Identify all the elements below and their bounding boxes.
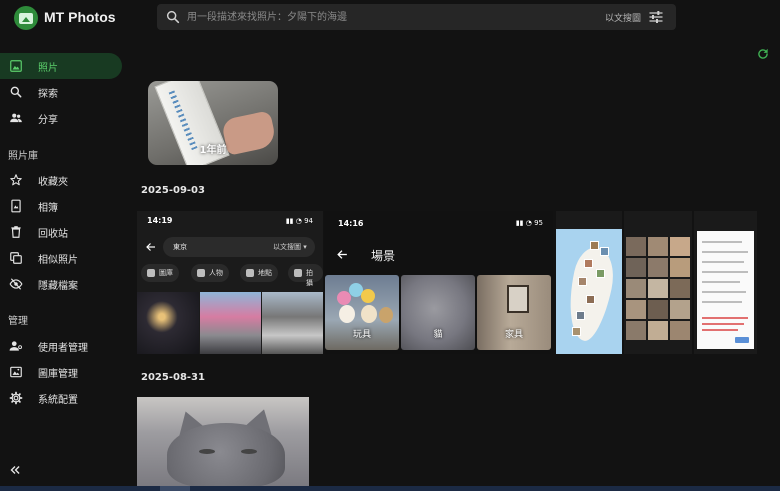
sidebar-item-label: 分享 — [38, 115, 58, 126]
status-indicators: ▮▮ ◔ 95 — [515, 219, 543, 227]
date-header: 2025-08-31 — [141, 372, 205, 383]
sidebar-item-label: 系統配置 — [38, 395, 78, 406]
sidebar-item-explore[interactable]: 探索 — [0, 79, 122, 105]
sidebar-item-label: 相簿 — [38, 203, 58, 214]
memory-card[interactable]: 1年前 — [148, 81, 278, 165]
admin-section-header: 管理 — [8, 316, 28, 327]
sidebar-item-similar-photos[interactable]: 相似照片 — [0, 245, 122, 271]
sidebar-item-share[interactable]: 分享 — [0, 105, 122, 131]
search-mode-label[interactable]: 以文搜圖 — [605, 11, 641, 24]
screenshot-chip: 地點 — [240, 264, 278, 282]
status-indicators: ▮▮ ◔ 94 — [285, 217, 313, 225]
date-header: 2025-09-03 — [141, 185, 205, 196]
gallery-icon — [10, 366, 22, 378]
photo-thumbnail[interactable] — [137, 397, 309, 486]
photo-thumbnail[interactable]: 14:16 ▮▮ ◔ 95 場景 玩具 貓 家具 — [324, 211, 553, 354]
similar-photos-icon — [10, 252, 22, 264]
memory-label: 1年前 — [199, 145, 227, 156]
screenshot-chip: 拍攝 — [288, 264, 323, 287]
sidebar-item-trash[interactable]: 回收站 — [0, 219, 122, 245]
search-bar[interactable]: 以文搜圖 — [157, 4, 676, 30]
sidebar-item-gallery-management[interactable]: 圖庫管理 — [0, 359, 122, 385]
search-icon — [10, 86, 22, 98]
photo-icon — [10, 60, 22, 72]
sidebar-item-user-management[interactable]: 使用者管理 — [0, 333, 122, 359]
album-icon — [11, 199, 21, 213]
sidebar-item-system-settings[interactable]: 系統配置 — [0, 385, 122, 411]
user-manage-icon — [9, 341, 23, 351]
collapse-sidebar-icon[interactable] — [8, 463, 22, 477]
photo-thumbnail[interactable] — [556, 211, 622, 354]
sidebar-item-albums[interactable]: 相簿 — [0, 193, 122, 219]
status-time: 14:19 — [147, 216, 173, 225]
search-input[interactable] — [187, 8, 587, 26]
sidebar-item-label: 照片 — [38, 63, 58, 74]
screenshot-chip: 人物 — [191, 264, 229, 282]
screenshot-search-bar: 東京 以文搜圖 ▾ — [163, 237, 315, 257]
app-bar: MT Photos 以文搜圖 — [0, 0, 780, 36]
search-icon — [166, 10, 180, 24]
trash-icon — [11, 226, 21, 238]
back-arrow-icon — [337, 250, 347, 259]
sidebar-item-label: 探索 — [38, 89, 58, 100]
horizontal-scrollbar[interactable] — [0, 486, 780, 491]
sidebar-item-photos[interactable]: 照片 — [0, 53, 122, 79]
library-section-header: 照片庫 — [8, 151, 38, 162]
scene-card: 貓 — [401, 275, 475, 350]
photo-thumbnail[interactable] — [694, 211, 757, 354]
refresh-icon[interactable] — [756, 47, 770, 61]
sidebar-item-label: 圖庫管理 — [38, 369, 78, 380]
status-time: 14:16 — [338, 219, 364, 228]
screenshot-title: 場景 — [371, 249, 396, 263]
sidebar-item-hidden-files[interactable]: 隱藏檔案 — [0, 271, 122, 297]
photo-thumbnail[interactable] — [624, 211, 692, 354]
sidebar-item-label: 隱藏檔案 — [38, 281, 78, 292]
back-arrow-icon — [146, 243, 155, 251]
sidebar-item-favorites[interactable]: 收藏夾 — [0, 167, 122, 193]
star-icon — [10, 174, 22, 186]
app-title: MT Photos — [44, 9, 116, 25]
gear-icon — [9, 391, 23, 405]
app-logo-icon — [14, 6, 38, 30]
sidebar-item-label: 使用者管理 — [38, 343, 88, 354]
screenshot-chip: 圖庫 — [141, 264, 179, 282]
sidebar-item-label: 回收站 — [38, 229, 68, 240]
sidebar-item-label: 相似照片 — [38, 255, 78, 266]
eye-off-icon — [9, 278, 23, 290]
scene-card: 玩具 — [325, 275, 399, 350]
tune-icon[interactable] — [648, 9, 664, 25]
people-icon — [10, 113, 22, 123]
scrollbar-thumb[interactable] — [160, 486, 190, 491]
scene-card: 家具 — [477, 275, 551, 350]
sidebar-item-label: 收藏夾 — [38, 177, 68, 188]
photo-thumbnail[interactable]: 14:19 ▮▮ ◔ 94 東京 以文搜圖 ▾ 圖庫 人物 地點 拍攝 — [137, 211, 323, 354]
